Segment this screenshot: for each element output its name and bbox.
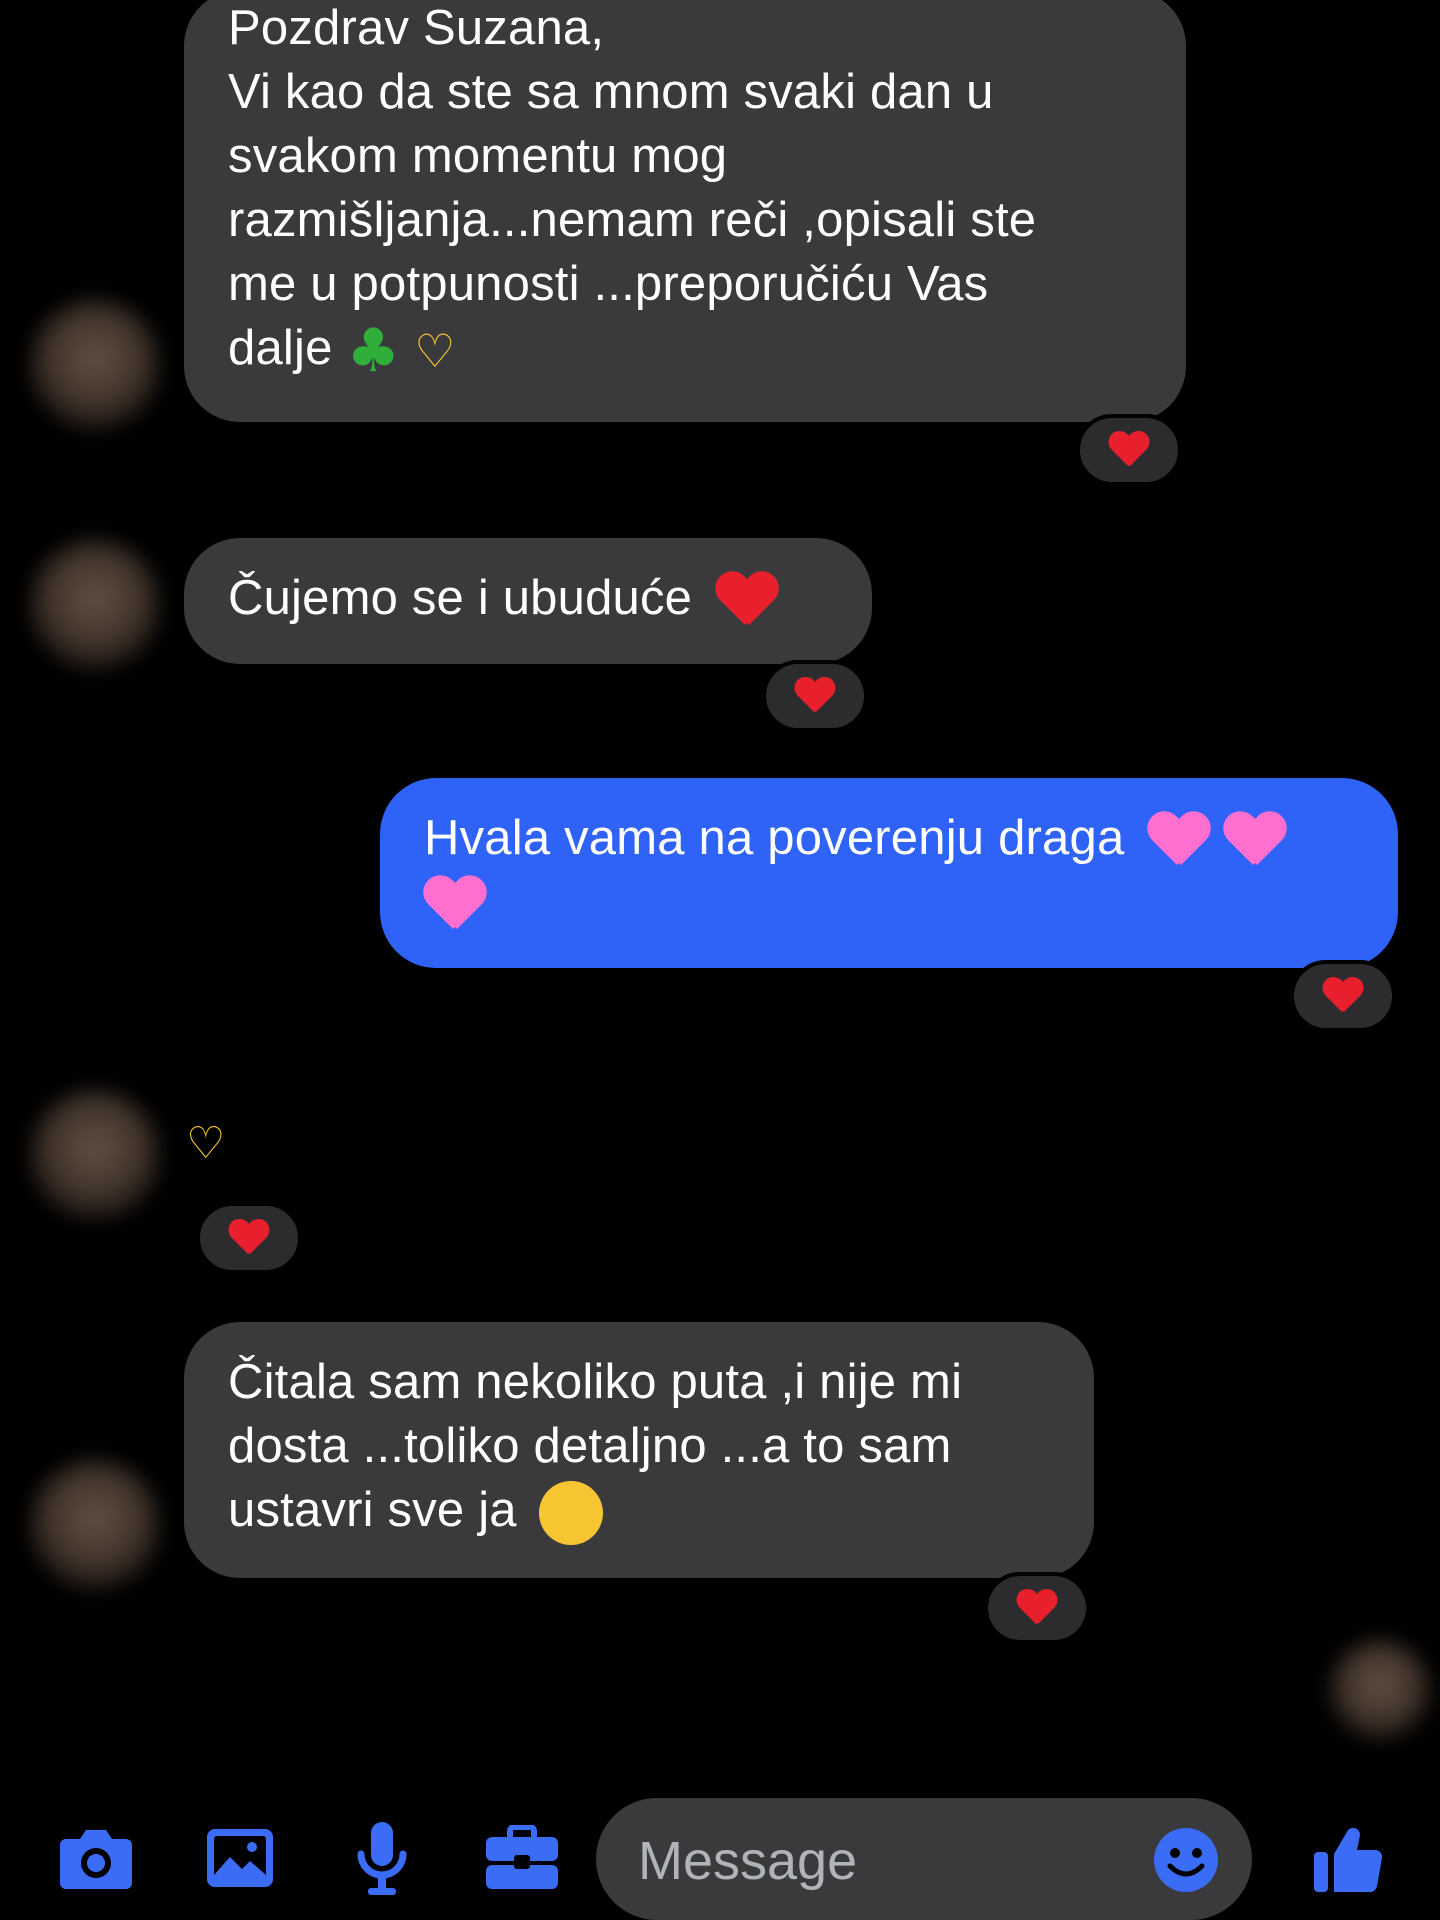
gallery-icon — [207, 1829, 273, 1887]
incoming-message-bubble[interactable]: Pozdrav Suzana, Vi kao da ste sa mnom sv… — [184, 0, 1186, 422]
message-input[interactable]: Message — [596, 1798, 1252, 1920]
message-text-line: dosta ...toliko detaljno ...a to sam — [228, 1419, 952, 1473]
red-heart-icon — [716, 573, 778, 629]
red-heart-icon — [229, 1220, 269, 1256]
four-leaf-clover-icon: ♣ — [346, 316, 401, 387]
message-text-line: ustavri sve ja — [228, 1483, 517, 1537]
message-reaction[interactable] — [1290, 960, 1396, 1032]
sender-avatar[interactable] — [30, 540, 160, 670]
message-text-line: Čujemo se i ubuduće — [228, 571, 693, 625]
message-text-line: me u potpunosti ...preporučiću Vas — [228, 257, 989, 311]
red-heart-icon — [1017, 1590, 1057, 1626]
camera-icon — [60, 1830, 132, 1889]
sender-avatar[interactable] — [30, 1090, 160, 1220]
incoming-message-bubble[interactable]: Čitala sam nekoliko puta ,i nije mi dost… — [184, 1322, 1094, 1578]
message-reaction[interactable] — [762, 660, 868, 732]
message-text-line: razmišljanja...nemam reči ,opisali ste — [228, 193, 1037, 247]
gallery-button[interactable] — [202, 1820, 278, 1896]
like-button[interactable] — [1310, 1820, 1386, 1896]
heart-hands-icon: ♡ — [414, 324, 456, 379]
message-text-line: svakom momentu mog — [228, 129, 728, 183]
red-heart-icon — [1323, 978, 1363, 1014]
hugging-face-icon — [538, 1481, 603, 1546]
message-text-line: Čitala sam nekoliko puta ,i nije mi — [228, 1355, 963, 1409]
red-heart-icon — [795, 678, 835, 714]
message-reaction[interactable] — [984, 1572, 1090, 1644]
business-tools-button[interactable] — [484, 1820, 560, 1896]
message-text-line: Pozdrav Suzana, — [228, 1, 605, 55]
incoming-message-bubble[interactable]: Čujemo se i ubuduće — [184, 538, 872, 664]
red-heart-icon — [1109, 432, 1149, 468]
message-text-line: Hvala vama na poverenju draga — [424, 811, 1125, 865]
pink-heart-icon — [424, 877, 486, 933]
thumbs-up-icon — [1314, 1827, 1383, 1893]
emoji-icon[interactable] — [1152, 1826, 1220, 1894]
message-composer: Message — [0, 1780, 1440, 1920]
pink-heart-icon — [1224, 813, 1286, 869]
voice-button[interactable] — [344, 1820, 420, 1896]
outgoing-message-bubble[interactable]: Hvala vama na poverenju draga — [380, 778, 1398, 968]
sender-avatar[interactable] — [30, 1460, 160, 1590]
message-text-line: dalje — [228, 321, 333, 375]
microphone-icon — [357, 1822, 407, 1895]
seen-avatar — [1330, 1640, 1430, 1740]
message-reaction[interactable] — [196, 1202, 302, 1274]
heart-hands-icon[interactable]: ♡ — [186, 1118, 225, 1169]
message-reaction[interactable] — [1076, 414, 1182, 486]
message-text-line: Vi kao da ste sa mnom svaki dan u — [228, 65, 994, 119]
pink-heart-icon — [1148, 813, 1210, 869]
briefcase-icon — [486, 1825, 558, 1889]
camera-button[interactable] — [58, 1820, 134, 1896]
sender-avatar[interactable] — [30, 300, 160, 430]
message-input-placeholder: Message — [638, 1831, 858, 1891]
